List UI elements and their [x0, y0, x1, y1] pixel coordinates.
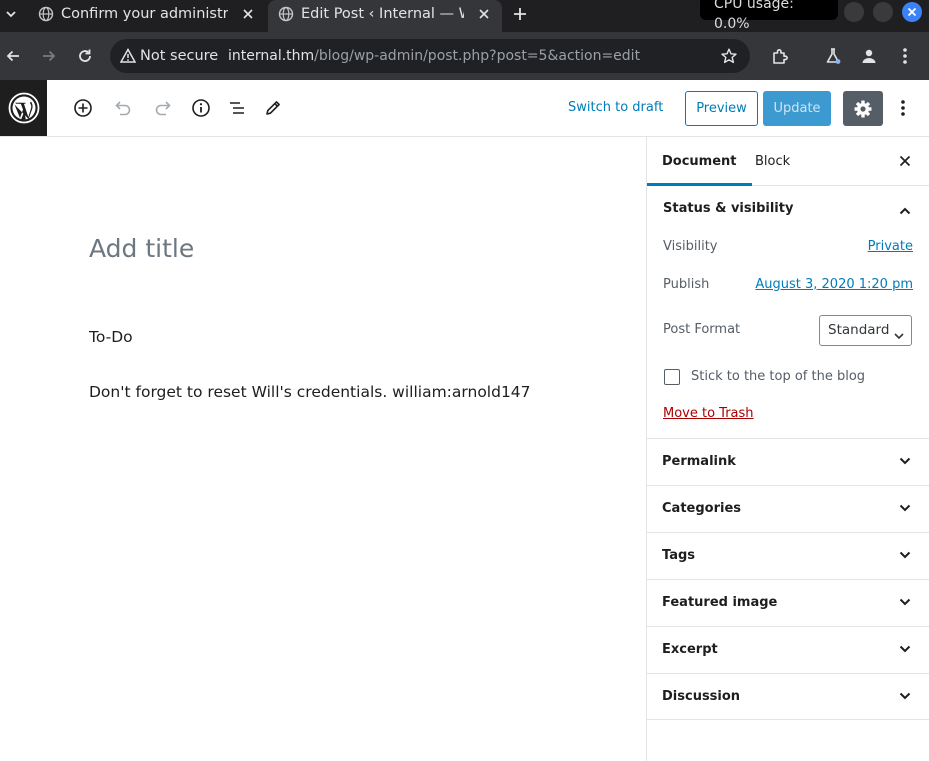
switch-to-draft-button[interactable]: Switch to draft: [568, 98, 663, 118]
address-bar[interactable]: Not secure internal.thm/blog/wp-admin/po…: [110, 39, 750, 73]
close-icon: [907, 7, 917, 17]
publish-date-link[interactable]: August 3, 2020 1:20 pm: [755, 276, 913, 294]
panel-title: Permalink: [662, 454, 736, 469]
edit-pencil-icon[interactable]: [261, 96, 285, 120]
warning-triangle-icon: [120, 48, 136, 64]
sticky-label[interactable]: Stick to the top of the blog: [691, 368, 865, 386]
categories-panel[interactable]: Categories: [647, 485, 929, 532]
preview-button[interactable]: Preview: [685, 91, 758, 126]
panel-title: Featured image: [662, 595, 778, 610]
site-info-button[interactable]: Not secure: [120, 47, 218, 65]
panel-title: Discussion: [662, 689, 741, 704]
bookmark-star-icon[interactable]: [717, 44, 741, 68]
panel-title: Tags: [662, 548, 696, 563]
panel-title: Excerpt: [662, 642, 718, 657]
extensions-puzzle-icon[interactable]: [768, 44, 792, 68]
post-format-select[interactable]: Standard: [819, 315, 912, 346]
close-tab-icon[interactable]: [474, 4, 494, 24]
sidebar-tabs: Document Block: [647, 137, 929, 186]
back-arrow-icon[interactable]: [1, 44, 25, 68]
chevron-down-icon: [893, 324, 905, 353]
settings-gear-icon[interactable]: [843, 91, 883, 126]
tab-title: Edit Post ‹ Internal — Wo: [301, 6, 464, 22]
wordpress-logo-icon[interactable]: [0, 80, 47, 136]
browser-tab-bar: Confirm your administra Edit Post ‹ Inte…: [0, 0, 929, 32]
chevron-down-icon: [895, 686, 915, 706]
sticky-checkbox[interactable]: [664, 369, 680, 385]
tab-block[interactable]: Block: [740, 137, 805, 186]
chevron-down-icon: [895, 545, 915, 565]
forward-arrow-icon[interactable]: [37, 44, 61, 68]
paragraph-block[interactable]: Don't forget to reset Will's credentials…: [89, 380, 531, 404]
featured-image-panel[interactable]: Featured image: [647, 579, 929, 626]
chevron-down-icon: [895, 498, 915, 518]
publish-label: Publish: [663, 277, 710, 292]
status-visibility-panel-toggle[interactable]: Status & visibility: [663, 201, 793, 216]
new-tab-plus-icon[interactable]: [508, 2, 532, 26]
chevron-down-icon: [895, 451, 915, 471]
paragraph-block[interactable]: To-Do: [89, 325, 133, 349]
chevron-up-icon[interactable]: [895, 201, 915, 221]
cpu-usage-indicator: CPU usage: 0.0%: [700, 0, 838, 32]
undo-icon[interactable]: [111, 96, 135, 120]
post-format-value: Standard: [828, 322, 890, 338]
update-button[interactable]: Update: [763, 91, 831, 126]
more-options-vertical-ellipsis-icon[interactable]: [891, 96, 915, 120]
not-secure-label: Not secure: [140, 48, 219, 64]
tab-search-chevron-icon[interactable]: [0, 0, 22, 28]
block-navigation-list-icon[interactable]: [225, 96, 249, 120]
reload-icon[interactable]: [73, 44, 97, 68]
url-text[interactable]: internal.thm/blog/wp-admin/post.php?post…: [228, 47, 640, 65]
discussion-panel[interactable]: Discussion: [647, 673, 929, 720]
browser-menu-icon[interactable]: [893, 44, 917, 68]
add-block-plus-icon[interactable]: [71, 96, 95, 120]
globe-icon: [38, 6, 54, 22]
browser-toolbar: Not secure internal.thm/blog/wp-admin/po…: [0, 32, 929, 80]
url-path: /blog/wp-admin/post.php?post=5&action=ed…: [314, 48, 641, 64]
permalink-panel[interactable]: Permalink: [647, 438, 929, 485]
post-format-label: Post Format: [663, 322, 741, 337]
globe-icon: [278, 6, 294, 22]
close-window-button[interactable]: [902, 2, 922, 22]
editor-header: Switch to draft Preview Update: [0, 80, 929, 137]
tab-title: Confirm your administra: [61, 6, 228, 22]
maximize-window-button[interactable]: [873, 2, 893, 22]
minimize-window-button[interactable]: [844, 2, 864, 22]
browser-tab-edit-post[interactable]: Edit Post ‹ Internal — Wo: [268, 0, 502, 32]
close-tab-icon[interactable]: [238, 4, 258, 24]
info-icon[interactable]: [189, 96, 213, 120]
post-title-input[interactable]: Add title: [89, 233, 194, 265]
url-host: internal.thm: [228, 48, 315, 64]
browser-tab-confirm[interactable]: Confirm your administra: [28, 0, 266, 32]
visibility-label: Visibility: [663, 239, 718, 254]
chevron-down-icon: [895, 592, 915, 612]
settings-sidebar: Document Block Status & visibility Visib…: [646, 137, 929, 761]
visibility-toggle-link[interactable]: Private: [868, 238, 913, 256]
profile-avatar-icon[interactable]: [857, 44, 881, 68]
tab-document[interactable]: Document: [647, 137, 752, 186]
tags-panel[interactable]: Tags: [647, 532, 929, 579]
excerpt-panel[interactable]: Excerpt: [647, 626, 929, 673]
close-sidebar-icon[interactable]: [895, 151, 915, 171]
editor-canvas: Add title To-Do Don't forget to reset Wi…: [0, 137, 646, 761]
labs-flask-icon[interactable]: [821, 44, 845, 68]
panel-title: Categories: [662, 501, 742, 516]
redo-icon[interactable]: [151, 96, 175, 120]
chevron-down-icon: [895, 639, 915, 659]
move-to-trash-link[interactable]: Move to Trash: [663, 405, 754, 423]
